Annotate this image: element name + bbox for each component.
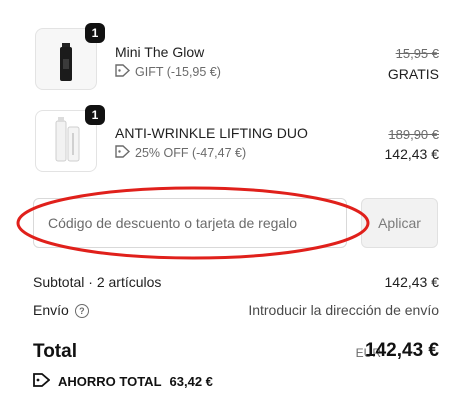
subtotal-label: Subtotal · 2 artículos xyxy=(33,274,162,290)
help-icon[interactable]: ? xyxy=(74,304,89,318)
product-discount: GIFT (-15,95 €) xyxy=(115,64,221,80)
original-price: 15,95 € xyxy=(395,46,439,61)
total-label: Total xyxy=(33,341,77,362)
discount-text: GIFT (-15,95 €) xyxy=(135,65,221,79)
product-name: ANTI-WRINKLE LIFTING DUO xyxy=(115,125,308,141)
shipping-value: Introducir la dirección de envío xyxy=(248,302,439,318)
quantity-badge: 1 xyxy=(85,105,105,125)
discount-text: 25% OFF (-47,47 €) xyxy=(135,146,247,160)
discount-code-input[interactable] xyxy=(33,198,347,248)
apply-discount-button[interactable]: Aplicar xyxy=(361,198,438,248)
total-value: 142,43 € xyxy=(365,340,439,361)
shipping-row: Envío? xyxy=(33,302,89,318)
shipping-label: Envío xyxy=(33,302,69,318)
original-price: 189,90 € xyxy=(388,127,439,142)
total-savings: AHORRO TOTAL 63,42 € xyxy=(33,373,213,390)
tag-icon xyxy=(115,64,131,80)
product-name: Mini The Glow xyxy=(115,44,205,60)
savings-value: 63,42 € xyxy=(169,374,213,389)
quantity-badge: 1 xyxy=(85,23,105,43)
final-price: GRATIS xyxy=(387,66,439,82)
subtotal-value: 142,43 € xyxy=(384,274,440,290)
tag-icon xyxy=(115,145,131,161)
product-discount: 25% OFF (-47,47 €) xyxy=(115,145,246,161)
tag-icon xyxy=(33,373,51,390)
final-price: 142,43 € xyxy=(384,146,440,162)
savings-label: AHORRO TOTAL xyxy=(58,374,162,389)
